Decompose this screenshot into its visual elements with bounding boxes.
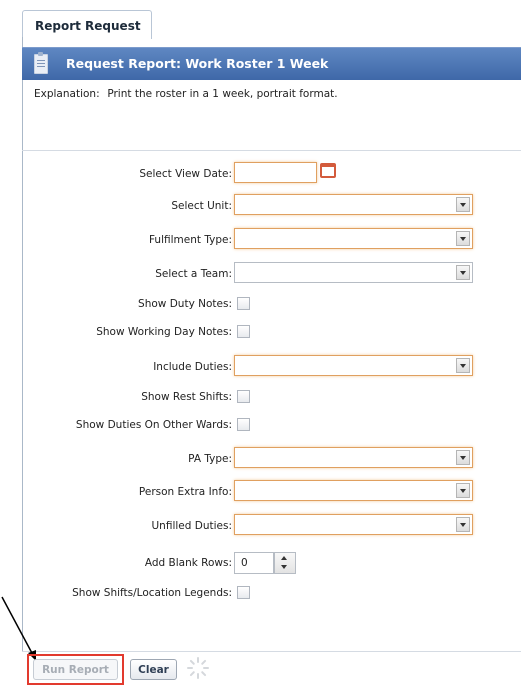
form-header: Request Report: Work Roster 1 Week (22, 47, 521, 80)
explanation: Explanation: Print the roster in a 1 wee… (34, 88, 338, 100)
chevron-down-icon[interactable] (456, 197, 470, 212)
other-wards-checkbox[interactable] (237, 418, 250, 431)
chevron-down-icon[interactable] (456, 231, 470, 246)
include-duties-label: Include Duties: (153, 361, 232, 373)
clear-button[interactable]: Clear (130, 659, 177, 680)
unfilled-duties-label: Unfilled Duties: (151, 520, 233, 532)
divider (22, 651, 521, 652)
chevron-down-icon[interactable] (456, 483, 470, 498)
unit-select[interactable] (234, 194, 473, 215)
stepper-buttons[interactable] (274, 552, 296, 574)
page-title: Request Report: Work Roster 1 Week (66, 56, 329, 71)
legends-checkbox[interactable] (237, 586, 250, 599)
fulfilment-type-select[interactable] (234, 228, 473, 249)
view-date-label: Select View Date: (139, 168, 232, 180)
person-extra-info-select[interactable] (234, 480, 473, 501)
unit-label: Select Unit: (171, 200, 232, 212)
tab-bar: Report Request (0, 0, 521, 39)
run-report-button[interactable]: Run Report (33, 659, 118, 680)
chevron-down-icon[interactable] (456, 450, 470, 465)
include-duties-select[interactable] (234, 355, 473, 376)
blank-rows-value[interactable]: 0 (234, 552, 274, 574)
chevron-down-icon[interactable] (281, 565, 287, 569)
pa-type-select[interactable] (234, 447, 473, 468)
working-day-notes-label: Show Working Day Notes: (96, 326, 232, 338)
chevron-down-icon[interactable] (456, 265, 470, 280)
explanation-text: Print the roster in a 1 week, portrait f… (107, 88, 338, 100)
working-day-notes-checkbox[interactable] (237, 325, 250, 338)
blank-rows-label: Add Blank Rows: (144, 557, 232, 569)
duty-notes-label: Show Duty Notes: (138, 298, 232, 310)
chevron-down-icon[interactable] (456, 358, 470, 373)
explanation-label: Explanation: (34, 88, 100, 100)
team-label: Select a Team: (155, 268, 232, 280)
rest-shifts-checkbox[interactable] (237, 390, 250, 403)
person-extra-info-label: Person Extra Info: (138, 486, 232, 498)
tab-label: Report Request (35, 19, 141, 33)
chevron-up-icon[interactable] (281, 556, 287, 560)
duty-notes-checkbox[interactable] (237, 297, 250, 310)
fulfilment-type-label: Fulfilment Type: (148, 234, 232, 246)
legends-label: Show Shifts/Location Legends: (72, 587, 232, 599)
clipboard-icon (34, 52, 48, 74)
team-select[interactable] (234, 262, 473, 283)
other-wards-label: Show Duties On Other Wards: (75, 419, 232, 431)
calendar-icon[interactable] (320, 163, 336, 178)
chevron-down-icon[interactable] (456, 517, 470, 532)
view-date-input[interactable] (234, 162, 317, 183)
loading-spinner-icon (186, 656, 210, 680)
pa-type-label: PA Type: (188, 453, 232, 465)
rest-shifts-label: Show Rest Shifts: (141, 391, 232, 403)
unfilled-duties-select[interactable] (234, 514, 473, 535)
tab-report-request[interactable]: Report Request (22, 10, 152, 39)
blank-rows-stepper[interactable]: 0 (234, 552, 300, 574)
divider (22, 150, 521, 151)
